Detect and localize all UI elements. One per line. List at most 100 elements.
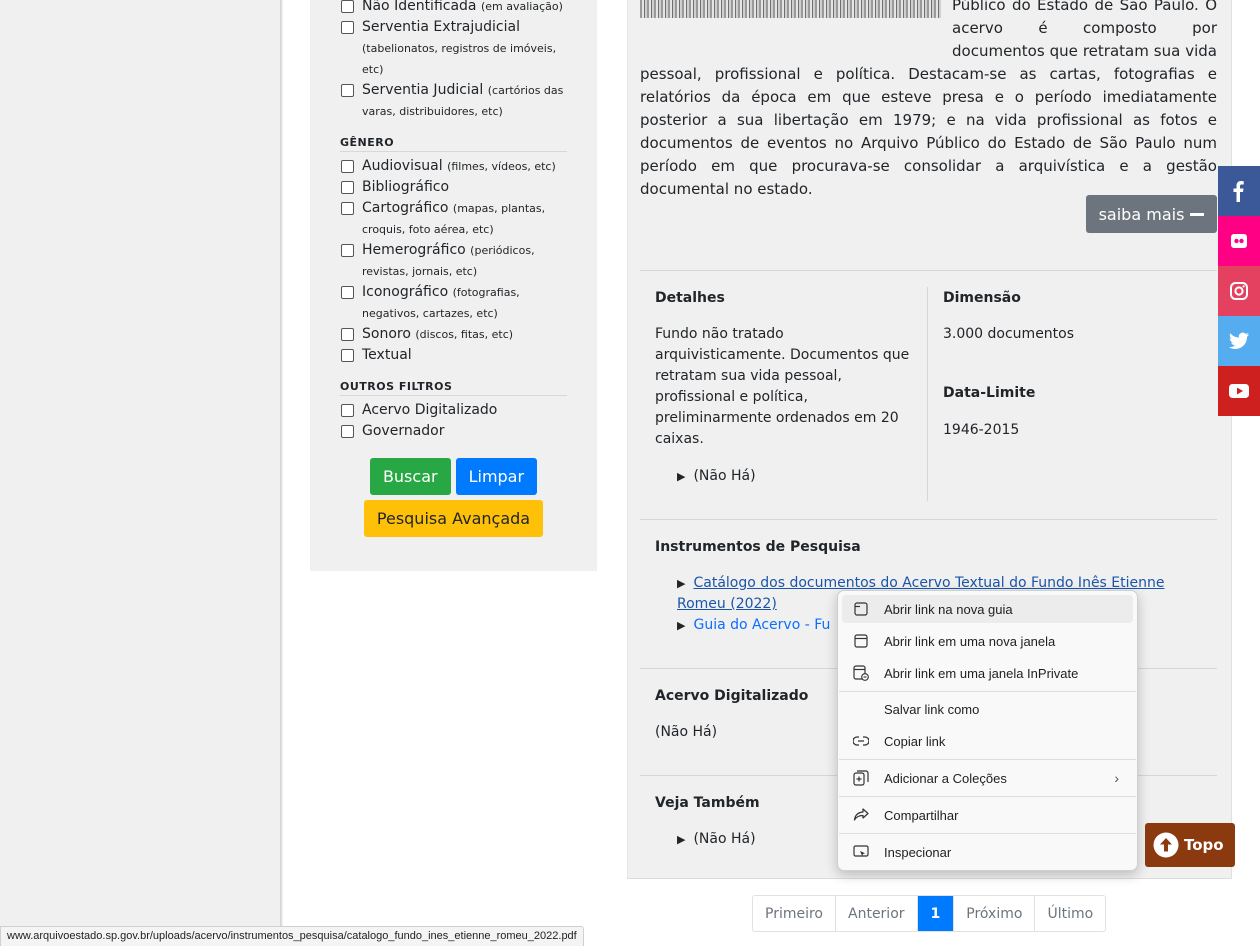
- twitter-button[interactable]: [1218, 316, 1260, 366]
- inprivate-window-icon: [851, 665, 871, 681]
- page-first[interactable]: Primeiro: [753, 896, 835, 931]
- divider: [640, 519, 1217, 520]
- menu-open-new-window[interactable]: Abrir link em uma nova janela: [842, 627, 1133, 655]
- advanced-button-row: Pesquisa Avançada: [340, 500, 567, 537]
- instagram-icon: [1230, 282, 1248, 300]
- instagram-button[interactable]: [1218, 266, 1260, 316]
- flickr-button[interactable]: [1218, 216, 1260, 266]
- new-tab-icon: [851, 602, 871, 616]
- filter-label: Hemerográfico: [362, 242, 466, 258]
- status-bar-url: www.arquivoestado.sp.gov.br/uploads/acer…: [0, 926, 584, 946]
- menu-separator: [839, 796, 1136, 797]
- filter-nao-identificada[interactable]: Não Identificada (em avaliação): [340, 0, 567, 17]
- column-divider: [927, 287, 928, 501]
- filter-textual[interactable]: Textual: [340, 345, 567, 366]
- collections-icon: [851, 770, 871, 786]
- filter-iconografico[interactable]: Iconográfico (fotografias, negativos, ca…: [340, 282, 567, 324]
- guia-link[interactable]: Guia do Acervo - Fu: [693, 617, 830, 633]
- menu-inspect[interactable]: Inspecionar: [842, 838, 1133, 866]
- filter-serventia-judicial[interactable]: Serventia Judicial (cartórios das varas,…: [340, 80, 567, 122]
- filter-audiovisual[interactable]: Audiovisual (filmes, vídeos, etc): [340, 156, 567, 177]
- page-next[interactable]: Próximo: [953, 896, 1034, 931]
- instrumentos-item-2: ▶ Guia do Acervo - Fu: [677, 615, 830, 636]
- filter-serventia-extrajudicial[interactable]: Serventia Extrajudicial (tabelionatos, r…: [340, 17, 567, 80]
- filter-hemerografico[interactable]: Hemerográfico (periódicos, revistas, jor…: [340, 240, 567, 282]
- page-current[interactable]: 1: [916, 896, 954, 931]
- divider: [640, 270, 1217, 271]
- flickr-icon: [1231, 234, 1247, 248]
- dimensao-value: 3.000 documentos: [943, 326, 1075, 342]
- data-limite-value: 1946-2015: [943, 422, 1020, 438]
- share-icon: [851, 808, 871, 822]
- filter-sidebar: Não Identificada (em avaliação) Serventi…: [310, 0, 597, 571]
- filter-label: Cartográfico: [362, 200, 449, 216]
- triangle-right-icon: ▶: [677, 833, 686, 846]
- menu-share[interactable]: Compartilhar: [842, 801, 1133, 829]
- menu-save-link[interactable]: Salvar link como: [842, 695, 1133, 723]
- checkbox[interactable]: [341, 425, 354, 438]
- checkbox[interactable]: [341, 328, 354, 341]
- saiba-mais-button[interactable]: saiba mais: [1086, 195, 1217, 233]
- filter-sonoro[interactable]: Sonoro (discos, fitas, etc): [340, 324, 567, 345]
- pagination: Primeiro Anterior 1 Próximo Último: [752, 895, 1107, 932]
- saiba-mais-label: saiba mais: [1098, 204, 1185, 224]
- page-prev[interactable]: Anterior: [835, 896, 917, 931]
- filter-governador[interactable]: Governador: [340, 421, 567, 442]
- menu-separator: [839, 759, 1136, 760]
- acervo-digitalizado-value: (Não Há): [655, 724, 718, 740]
- menu-add-collections[interactable]: Adicionar a Coleções ›: [842, 764, 1133, 792]
- checkbox[interactable]: [341, 160, 354, 173]
- fundo-description: Público do Estado de São Paulo. O acervo…: [640, 0, 1217, 201]
- checkbox[interactable]: [341, 202, 354, 215]
- twitter-icon: [1229, 332, 1249, 349]
- filter-label: Acervo Digitalizado: [362, 402, 498, 418]
- topo-button[interactable]: Topo: [1145, 823, 1235, 867]
- filter-label: Serventia Extrajudicial: [362, 19, 520, 35]
- instrumentos-title: Instrumentos de Pesquisa: [655, 539, 861, 555]
- buscar-button[interactable]: Buscar: [369, 458, 451, 495]
- limpar-button[interactable]: Limpar: [455, 458, 538, 495]
- filter-list: Não Identificada (em avaliação) Serventi…: [340, 0, 567, 537]
- checkbox[interactable]: [341, 21, 354, 34]
- inspect-icon: [851, 845, 871, 859]
- checkbox[interactable]: [341, 404, 354, 417]
- menu-copy-link[interactable]: Copiar link: [842, 727, 1133, 755]
- detalhes-item: ▶ (Não Há): [677, 468, 756, 484]
- detalhes-text: Fundo não tratado arquivisticamente. Doc…: [655, 326, 910, 447]
- minus-icon: [1190, 212, 1205, 216]
- menu-open-new-tab[interactable]: Abrir link na nova guia: [842, 595, 1133, 623]
- checkbox[interactable]: [341, 349, 354, 362]
- panel-shadow: [280, 0, 283, 945]
- facebook-icon: [1233, 181, 1244, 202]
- page-last[interactable]: Último: [1034, 896, 1105, 931]
- checkbox[interactable]: [341, 0, 354, 13]
- filter-note: (em avaliação): [480, 0, 563, 13]
- checkbox[interactable]: [341, 84, 354, 97]
- dimensao-title: Dimensão: [943, 290, 1021, 306]
- pesquisa-avancada-button[interactable]: Pesquisa Avançada: [363, 500, 544, 537]
- checkbox[interactable]: [341, 244, 354, 257]
- filter-label: Bibliográfico: [362, 179, 450, 195]
- youtube-button[interactable]: [1218, 366, 1260, 416]
- filter-cartografico[interactable]: Cartográfico (mapas, plantas, croquis, f…: [340, 198, 567, 240]
- facebook-button[interactable]: [1218, 166, 1260, 216]
- link-icon: [851, 736, 871, 746]
- topo-label: Topo: [1184, 836, 1224, 854]
- filter-note: (filmes, vídeos, etc): [447, 160, 556, 173]
- filter-acervo-digitalizado[interactable]: Acervo Digitalizado: [340, 400, 567, 421]
- youtube-icon: [1229, 384, 1249, 398]
- filter-label: Governador: [362, 423, 445, 439]
- checkbox[interactable]: [341, 286, 354, 299]
- checkbox[interactable]: [341, 181, 354, 194]
- context-menu: Abrir link na nova guia Abrir link em um…: [837, 590, 1138, 871]
- filter-label: Serventia Judicial: [362, 82, 484, 98]
- menu-open-inprivate[interactable]: Abrir link em uma janela InPrivate: [842, 659, 1133, 687]
- filter-label: Textual: [362, 347, 412, 363]
- filter-bibliografico[interactable]: Bibliográfico: [340, 177, 567, 198]
- acervo-digitalizado-title: Acervo Digitalizado: [655, 688, 809, 704]
- genero-heading: GÊNERO: [340, 136, 567, 152]
- filter-label: Iconográfico: [362, 284, 449, 300]
- filter-note: (tabelionatos, registros de imóveis, etc…: [362, 42, 557, 76]
- filter-buttons: Buscar Limpar: [340, 458, 567, 495]
- veja-tambem-title: Veja Também: [655, 795, 760, 811]
